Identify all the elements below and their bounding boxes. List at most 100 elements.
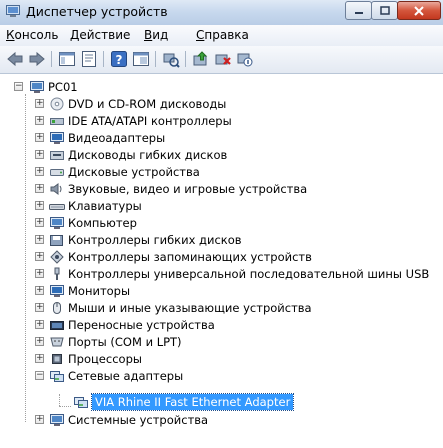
expand-toggle[interactable]: + <box>35 320 44 329</box>
tree-item-label: Дисковые устройства <box>68 164 200 179</box>
tree-item-ide[interactable]: + IDE ATA/ATAPI контроллеры <box>35 112 232 129</box>
tree-item-video[interactable]: + Видеоадаптеры <box>35 129 165 146</box>
tree-item-label: Мониторы <box>68 283 131 298</box>
tree-item-processors[interactable]: + Процессоры <box>35 350 142 367</box>
tree-item-keyboards[interactable]: + Клавиатуры <box>35 197 142 214</box>
usb-icon <box>54 267 60 280</box>
ide-controller-icon <box>50 117 64 125</box>
close-icon <box>414 5 424 16</box>
tree-item-via-rhine[interactable]: VIA Rhine II Fast Ethernet Adapter <box>73 392 295 411</box>
expand-toggle[interactable]: + <box>35 286 44 295</box>
tree-item-floppy-drives[interactable]: + Дисководы гибких дисков <box>35 146 227 163</box>
portable-device-icon <box>50 320 64 330</box>
tree-item-system-devices[interactable]: + Системные устройства <box>35 411 208 428</box>
expand-toggle[interactable]: + <box>35 99 44 108</box>
storage-controller-icon <box>50 249 64 264</box>
expand-toggle[interactable]: + <box>35 235 44 244</box>
processor-icon <box>52 353 62 364</box>
system-device-icon <box>50 413 64 426</box>
expand-toggle[interactable]: + <box>35 201 44 210</box>
tree-item-label: IDE ATA/ATAPI контроллеры <box>68 113 232 128</box>
close-button[interactable] <box>397 1 441 20</box>
tree-item-dvd[interactable]: + DVD и CD-ROM дисководы <box>35 95 226 112</box>
expand-toggle[interactable]: + <box>35 184 44 193</box>
root-label: PC01 <box>48 79 78 94</box>
tree-item-label: Контроллеры гибких дисков <box>68 232 242 247</box>
help-icon[interactable]: ? <box>110 50 128 68</box>
menu-console[interactable]: Консоль <box>6 28 58 42</box>
tree-item-label: Мыши и иные указывающие устройства <box>68 300 312 315</box>
properties-icon[interactable] <box>80 50 98 68</box>
menu-view[interactable]: Вид <box>144 28 168 42</box>
show-hidden-icon[interactable] <box>132 50 150 68</box>
expand-toggle[interactable]: + <box>35 150 44 159</box>
selected-device-label: VIA Rhine II Fast Ethernet Adapter <box>90 392 295 411</box>
maximize-icon <box>379 6 390 15</box>
device-manager-window: Диспетчер устройств Консоль Действие Вид… <box>0 0 443 448</box>
expand-toggle[interactable]: + <box>35 167 44 176</box>
collapse-toggle[interactable]: − <box>14 82 23 91</box>
expand-toggle[interactable]: + <box>35 337 44 346</box>
disable-device-icon[interactable] <box>236 50 254 68</box>
tree-item-portable[interactable]: + Переносные устройства <box>35 316 215 333</box>
floppy-controller-icon <box>50 234 63 246</box>
console-tree-icon[interactable] <box>58 50 76 68</box>
tree-item-label: Контроллеры запоминающих устройств <box>68 249 312 264</box>
tree-item-label: Сетевые адаптеры <box>68 368 184 383</box>
tree-item-usb[interactable]: + Контроллеры универсальной последовател… <box>35 265 429 282</box>
network-adapter-icon <box>50 370 64 382</box>
mouse-icon <box>53 301 61 314</box>
tree-item-mice[interactable]: + Мыши и иные указывающие устройства <box>35 299 312 316</box>
floppy-drive-icon <box>50 150 64 160</box>
uninstall-device-icon[interactable] <box>214 50 232 68</box>
minimize-button[interactable] <box>345 1 372 20</box>
expand-toggle[interactable]: + <box>35 218 44 227</box>
computer-icon <box>50 216 64 229</box>
tree-root-pc01[interactable]: − PC01 <box>14 78 78 95</box>
device-tree: − PC01 + DVD и CD-ROM дисководы + IDE AT… <box>0 74 443 448</box>
tree-item-label: Компьютер <box>68 215 137 230</box>
expand-toggle[interactable]: + <box>35 354 44 363</box>
tree-item-ports[interactable]: + Порты (COM и LPT) <box>35 333 182 350</box>
speaker-icon <box>50 182 62 195</box>
tree-item-label: DVD и CD-ROM дисководы <box>68 96 227 111</box>
dvd-drive-icon <box>50 97 64 110</box>
device-manager-icon <box>6 5 20 17</box>
tree-item-label: Видеоадаптеры <box>68 130 166 145</box>
tree-item-label: Дисководы гибких дисков <box>68 147 228 162</box>
title-bar[interactable]: Диспетчер устройств <box>0 0 443 26</box>
tree-item-label: Переносные устройства <box>68 317 215 332</box>
update-driver-icon[interactable] <box>192 50 210 68</box>
forward-arrow-icon[interactable] <box>28 50 46 68</box>
disk-drive-icon <box>50 168 64 176</box>
back-arrow-icon[interactable] <box>6 50 24 68</box>
display-adapter-icon <box>50 131 64 144</box>
tree-item-label: Клавиатуры <box>68 198 142 213</box>
tree-item-label: Системные устройства <box>68 412 209 427</box>
tree-item-network-adapters[interactable]: − Сетевые адаптеры <box>35 367 183 384</box>
maximize-button[interactable] <box>371 1 398 20</box>
tree-item-disk-drives[interactable]: + Дисковые устройства <box>35 163 200 180</box>
expand-toggle[interactable]: + <box>35 252 44 261</box>
keyboard-icon <box>49 203 65 210</box>
menu-help[interactable]: Справка <box>196 28 249 42</box>
tree-item-monitors[interactable]: + Мониторы <box>35 282 130 299</box>
minimize-icon <box>354 11 363 14</box>
toolbar: ? <box>0 46 443 74</box>
expand-toggle[interactable]: + <box>35 116 44 125</box>
expand-toggle[interactable]: + <box>35 269 44 278</box>
menu-bar: Консоль Действие Вид Справка <box>0 25 443 47</box>
collapse-toggle[interactable]: − <box>35 371 44 380</box>
tree-item-storage-controllers[interactable]: + Контроллеры запоминающих устройств <box>35 248 312 265</box>
window-title: Диспетчер устройств <box>26 4 168 19</box>
svg-text:?: ? <box>116 53 123 67</box>
menu-action[interactable]: Действие <box>70 28 130 42</box>
tree-item-floppy-controllers[interactable]: + Контроллеры гибких дисков <box>35 231 242 248</box>
scan-hardware-icon[interactable] <box>162 50 180 68</box>
tree-item-sound[interactable]: + Звуковые, видео и игровые устройства <box>35 180 307 197</box>
tree-item-computer[interactable]: + Компьютер <box>35 214 137 231</box>
expand-toggle[interactable]: + <box>35 303 44 312</box>
expand-toggle[interactable]: + <box>35 133 44 142</box>
expand-toggle[interactable]: + <box>35 415 44 424</box>
port-icon <box>50 337 64 346</box>
